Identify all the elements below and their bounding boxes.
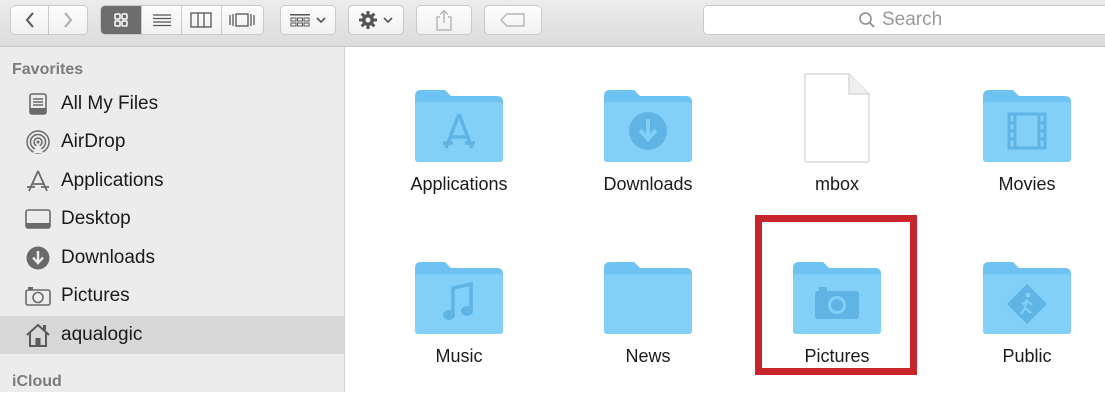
desktop-icon bbox=[24, 205, 52, 233]
chevron-down-icon bbox=[316, 17, 326, 24]
chevron-right-icon bbox=[64, 12, 73, 28]
chevron-down-icon bbox=[383, 17, 393, 24]
sidebar-item-label: Desktop bbox=[61, 208, 131, 229]
file-name: Applications bbox=[410, 174, 508, 194]
sidebar-item-applications[interactable]: Applications bbox=[0, 162, 344, 200]
sidebar-item-label: Pictures bbox=[61, 285, 130, 306]
nav-buttons bbox=[10, 5, 88, 35]
sidebar-item-desktop[interactable]: Desktop bbox=[0, 200, 344, 238]
highlight-box bbox=[755, 215, 917, 375]
back-button[interactable] bbox=[11, 6, 50, 34]
tag-button[interactable] bbox=[484, 5, 542, 35]
document-icon bbox=[787, 68, 887, 164]
file-item-applications[interactable]: Applications bbox=[369, 68, 549, 228]
sidebar-item-airdrop[interactable]: AirDrop bbox=[0, 123, 344, 161]
file-grid: Applications Downloads mbox Movies Music… bbox=[346, 48, 1105, 392]
file-name: Downloads bbox=[603, 174, 693, 194]
camera-icon bbox=[24, 282, 52, 310]
sidebar: Favorites All My Files AirDrop Applicati… bbox=[0, 47, 345, 392]
search-field[interactable]: Search bbox=[703, 5, 1105, 35]
file-item-mbox[interactable]: mbox bbox=[747, 68, 927, 228]
sidebar-item-label: Downloads bbox=[61, 247, 155, 268]
folder-music-icon bbox=[409, 240, 509, 336]
sidebar-item-label: Applications bbox=[61, 170, 164, 191]
file-name: News bbox=[625, 346, 671, 366]
search-icon bbox=[859, 12, 875, 28]
gear-icon bbox=[359, 11, 377, 29]
folder-public-icon bbox=[977, 240, 1077, 336]
share-icon bbox=[436, 9, 452, 31]
file-name: Music bbox=[435, 346, 483, 366]
downloads-icon bbox=[24, 244, 52, 272]
sidebar-item-label: AirDrop bbox=[61, 131, 126, 152]
folder-downloads-icon bbox=[598, 68, 698, 164]
action-button[interactable] bbox=[348, 5, 404, 35]
sidebar-item-aqualogic[interactable]: aqualogic bbox=[0, 316, 344, 354]
home-icon bbox=[24, 321, 52, 349]
folder-icon bbox=[598, 240, 698, 336]
tag-icon bbox=[500, 13, 525, 27]
list-view-button[interactable] bbox=[142, 6, 182, 34]
icon-view-icon bbox=[114, 13, 128, 27]
file-name: Movies bbox=[998, 174, 1056, 194]
file-item-downloads[interactable]: Downloads bbox=[558, 68, 738, 228]
file-item-music[interactable]: Music bbox=[369, 240, 549, 400]
applications-icon bbox=[24, 167, 52, 195]
forward-button[interactable] bbox=[49, 6, 87, 34]
sidebar-item-downloads[interactable]: Downloads bbox=[0, 239, 344, 277]
list-view-icon bbox=[152, 14, 171, 27]
file-item-public[interactable]: Public bbox=[937, 240, 1105, 400]
sidebar-item-all-my-files[interactable]: All My Files bbox=[0, 85, 344, 123]
favorites-header: Favorites bbox=[12, 61, 84, 78]
share-button[interactable] bbox=[416, 5, 472, 35]
cover-flow-button[interactable] bbox=[222, 6, 263, 34]
view-mode-segment bbox=[100, 5, 264, 35]
search-placeholder: Search bbox=[882, 9, 943, 30]
arrange-button[interactable] bbox=[280, 5, 336, 35]
toolbar: Search bbox=[0, 0, 1105, 47]
folder-movies-icon bbox=[977, 68, 1077, 164]
folder-applications-icon bbox=[409, 68, 509, 164]
airdrop-icon bbox=[24, 128, 52, 156]
all-files-icon bbox=[24, 90, 52, 118]
icon-view-button[interactable] bbox=[101, 6, 143, 34]
sidebar-item-label: All My Files bbox=[61, 93, 159, 114]
sidebar-item-label: aqualogic bbox=[61, 324, 143, 345]
sidebar-item-pictures[interactable]: Pictures bbox=[0, 277, 344, 315]
chevron-left-icon bbox=[25, 12, 34, 28]
file-item-news[interactable]: News bbox=[558, 240, 738, 400]
column-view-icon bbox=[190, 12, 212, 28]
icloud-header: iCloud bbox=[12, 373, 62, 390]
cover-flow-icon bbox=[229, 13, 255, 27]
column-view-button[interactable] bbox=[182, 6, 222, 34]
arrange-grid-icon bbox=[290, 14, 310, 27]
file-name: Public bbox=[1002, 346, 1052, 366]
file-name: mbox bbox=[814, 174, 859, 194]
file-item-movies[interactable]: Movies bbox=[937, 68, 1105, 228]
